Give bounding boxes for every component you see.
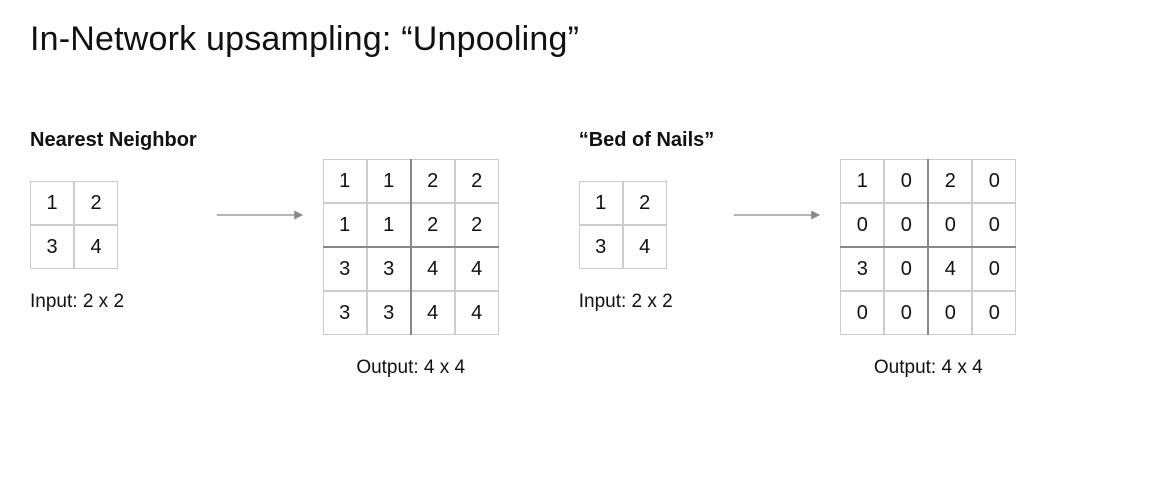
cell: 4 — [74, 225, 118, 269]
cell: 3 — [367, 291, 411, 335]
cell: 4 — [411, 247, 455, 291]
cell: 0 — [884, 203, 928, 247]
cell: 1 — [367, 159, 411, 203]
cell: 2 — [74, 181, 118, 225]
cell: 4 — [928, 247, 972, 291]
cell: 0 — [928, 203, 972, 247]
cell: 0 — [972, 247, 1016, 291]
output-grid: 1 0 2 0 0 0 0 0 3 0 4 0 0 0 0 0 — [840, 159, 1016, 335]
arrow-icon — [732, 205, 822, 225]
cell: 3 — [367, 247, 411, 291]
arrow-icon — [215, 205, 305, 225]
cell: 0 — [928, 291, 972, 335]
cell: 0 — [972, 203, 1016, 247]
cell: 3 — [30, 225, 74, 269]
cell: 4 — [455, 291, 499, 335]
input-grid: 1 2 3 4 — [30, 181, 118, 269]
cell: 1 — [579, 181, 623, 225]
cell: 0 — [840, 291, 884, 335]
method-bed-of-nails: “Bed of Nails” 1 2 3 4 Input: 2 x 2 . 1 — [579, 129, 1017, 379]
cell: 1 — [840, 159, 884, 203]
cell: 3 — [323, 247, 367, 291]
output-caption: Output: 4 x 4 — [323, 357, 499, 379]
output-caption: Output: 4 x 4 — [840, 357, 1016, 379]
cell: 1 — [323, 203, 367, 247]
cell: 1 — [323, 159, 367, 203]
cell: 2 — [455, 159, 499, 203]
cell: 1 — [30, 181, 74, 225]
cell: 1 — [367, 203, 411, 247]
input-caption: Input: 2 x 2 — [579, 291, 673, 313]
cell: 0 — [840, 203, 884, 247]
page-title: In-Network upsampling: “Unpooling” — [30, 20, 1126, 59]
grid-divider-horizontal — [840, 246, 1016, 248]
cell: 0 — [884, 159, 928, 203]
cell: 2 — [411, 203, 455, 247]
cell: 2 — [411, 159, 455, 203]
input-caption: Input: 2 x 2 — [30, 291, 124, 313]
method-title: “Bed of Nails” — [579, 129, 715, 153]
cell: 0 — [972, 291, 1016, 335]
grid-divider-horizontal — [323, 246, 499, 248]
cell: 2 — [928, 159, 972, 203]
cell: 0 — [884, 291, 928, 335]
cell: 4 — [623, 225, 667, 269]
cell: 3 — [579, 225, 623, 269]
cell: 3 — [840, 247, 884, 291]
methods-row: Nearest Neighbor 1 2 3 4 Input: 2 x 2 . — [30, 129, 1126, 379]
cell: 0 — [972, 159, 1016, 203]
cell: 2 — [623, 181, 667, 225]
cell: 4 — [455, 247, 499, 291]
cell: 4 — [411, 291, 455, 335]
cell: 0 — [884, 247, 928, 291]
input-grid: 1 2 3 4 — [579, 181, 667, 269]
cell: 2 — [455, 203, 499, 247]
method-title: Nearest Neighbor — [30, 129, 197, 153]
cell: 3 — [323, 291, 367, 335]
method-nearest-neighbor: Nearest Neighbor 1 2 3 4 Input: 2 x 2 . — [30, 129, 499, 379]
output-grid: 1 1 2 2 1 1 2 2 3 3 4 4 3 3 4 4 — [323, 159, 499, 335]
